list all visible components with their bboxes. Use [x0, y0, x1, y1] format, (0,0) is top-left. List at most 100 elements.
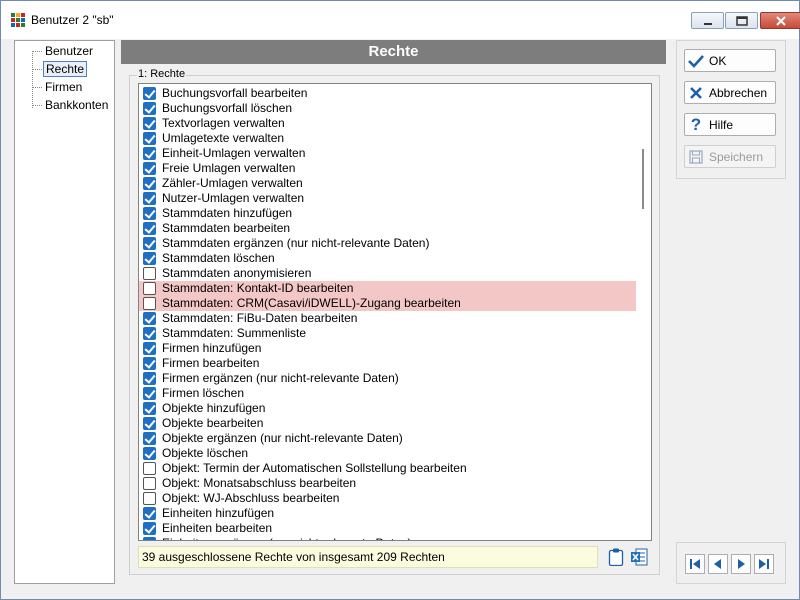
first-record-button[interactable]	[685, 554, 705, 574]
right-item[interactable]: Stammdaten: FiBu-Daten bearbeiten	[139, 311, 636, 326]
checkbox-checked[interactable]	[143, 147, 156, 160]
right-item[interactable]: Stammdaten: CRM(Casavi/iDWELL)-Zugang be…	[139, 296, 636, 311]
checkbox-checked[interactable]	[143, 507, 156, 520]
checkbox-checked[interactable]	[143, 522, 156, 535]
checkbox-checked[interactable]	[143, 102, 156, 115]
checkbox-checked[interactable]	[143, 447, 156, 460]
checkbox-checked[interactable]	[143, 222, 156, 235]
tree-item-label: Bankkonten	[45, 98, 109, 112]
close-button[interactable]	[760, 12, 800, 29]
cancel-button[interactable]: Abbrechen	[684, 81, 776, 104]
excel-export-button[interactable]	[629, 547, 649, 567]
right-item[interactable]: Buchungsvorfall bearbeiten	[139, 86, 636, 101]
navigation-tree: Benutzer Rechte Firmen Bankkonten	[14, 40, 115, 584]
last-record-button[interactable]	[754, 554, 774, 574]
right-label: Stammdaten: FiBu-Daten bearbeiten	[162, 311, 358, 325]
checkbox-checked[interactable]	[143, 162, 156, 175]
right-label: Stammdaten hinzufügen	[162, 206, 293, 220]
checkbox-unchecked[interactable]	[143, 282, 156, 295]
tree-item-label: Benutzer	[45, 44, 94, 58]
right-item[interactable]: Objekt: WJ-Abschluss bearbeiten	[139, 491, 636, 506]
minimize-button[interactable]	[691, 12, 724, 29]
right-item[interactable]: Objekte löschen	[139, 446, 636, 461]
right-label: Objekt: Termin der Automatischen Sollste…	[162, 461, 467, 475]
ok-button[interactable]: OK	[684, 49, 776, 72]
next-record-button[interactable]	[731, 554, 751, 574]
right-item[interactable]: Buchungsvorfall löschen	[139, 101, 636, 116]
right-item[interactable]: Textvorlagen verwalten	[139, 116, 636, 131]
checkbox-checked[interactable]	[143, 417, 156, 430]
right-item[interactable]: Objekt: Monatsabschluss bearbeiten	[139, 476, 636, 491]
checkbox-unchecked[interactable]	[143, 297, 156, 310]
next-icon	[738, 559, 745, 569]
right-label: Zähler-Umlagen verwalten	[162, 176, 303, 190]
right-item[interactable]: Objekte hinzufügen	[139, 401, 636, 416]
right-item[interactable]: Stammdaten: Kontakt-ID bearbeiten	[139, 281, 636, 296]
right-item[interactable]: Umlagetexte verwalten	[139, 131, 636, 146]
right-label: Einheit-Umlagen verwalten	[162, 146, 306, 160]
previous-record-button[interactable]	[708, 554, 728, 574]
right-item[interactable]: Stammdaten hinzufügen	[139, 206, 636, 221]
right-label: Freie Umlagen verwalten	[162, 161, 296, 175]
right-item[interactable]: Stammdaten: Summenliste	[139, 326, 636, 341]
right-label: Buchungsvorfall bearbeiten	[162, 86, 308, 100]
right-item[interactable]: Einheiten hinzufügen	[139, 506, 636, 521]
right-item[interactable]: Nutzer-Umlagen verwalten	[139, 191, 636, 206]
checkbox-checked[interactable]	[143, 252, 156, 265]
right-item[interactable]: Firmen löschen	[139, 386, 636, 401]
checkbox-checked[interactable]	[143, 87, 156, 100]
right-item[interactable]: Firmen bearbeiten	[139, 356, 636, 371]
checkbox-checked[interactable]	[143, 312, 156, 325]
right-item[interactable]: Stammdaten ergänzen (nur nicht-relevante…	[139, 236, 636, 251]
checkbox-checked[interactable]	[143, 207, 156, 220]
ok-label: OK	[709, 53, 727, 68]
right-label: Firmen bearbeiten	[162, 356, 260, 370]
tree-item-label: Rechte	[43, 61, 88, 77]
checkbox-unchecked[interactable]	[143, 267, 156, 280]
floppy-disk-icon	[687, 148, 705, 166]
help-button[interactable]: ? Hilfe	[684, 113, 776, 136]
scrollbar-thumb[interactable]	[642, 149, 644, 209]
right-item[interactable]: Objekte ergänzen (nur nicht-relevante Da…	[139, 431, 636, 446]
skip-first-icon	[690, 559, 700, 569]
right-item[interactable]: Freie Umlagen verwalten	[139, 161, 636, 176]
checkbox-unchecked[interactable]	[143, 462, 156, 475]
clipboard-button[interactable]	[606, 547, 626, 567]
checkbox-unchecked[interactable]	[143, 492, 156, 505]
right-item[interactable]: Stammdaten bearbeiten	[139, 221, 636, 236]
checkbox-checked[interactable]	[143, 327, 156, 340]
checkbox-checked[interactable]	[143, 117, 156, 130]
right-item[interactable]: Zähler-Umlagen verwalten	[139, 176, 636, 191]
checkbox-checked[interactable]	[143, 357, 156, 370]
checkbox-checked[interactable]	[143, 132, 156, 145]
right-item[interactable]: Stammdaten löschen	[139, 251, 636, 266]
checkbox-checked[interactable]	[143, 432, 156, 445]
right-item[interactable]: Einheit-Umlagen verwalten	[139, 146, 636, 161]
checkbox-unchecked[interactable]	[143, 477, 156, 490]
save-button[interactable]: Speichern	[684, 145, 776, 168]
right-item[interactable]: Einheiten ergänzen (nur nicht-relevante …	[139, 536, 636, 540]
maximize-button[interactable]	[725, 12, 758, 29]
right-label: Stammdaten löschen	[162, 251, 275, 265]
checkbox-checked[interactable]	[143, 237, 156, 250]
right-item[interactable]: Stammdaten anonymisieren	[139, 266, 636, 281]
scrollbar[interactable]	[635, 84, 651, 540]
checkbox-checked[interactable]	[143, 402, 156, 415]
right-label: Stammdaten anonymisieren	[162, 266, 312, 280]
right-item[interactable]: Firmen ergänzen (nur nicht-relevante Dat…	[139, 371, 636, 386]
group-label: 1: Rechte	[137, 68, 187, 80]
checkbox-checked[interactable]	[143, 177, 156, 190]
right-item[interactable]: Objekt: Termin der Automatischen Sollste…	[139, 461, 636, 476]
checkbox-checked[interactable]	[143, 372, 156, 385]
app-icon	[10, 12, 26, 28]
checkbox-checked[interactable]	[143, 387, 156, 400]
right-item[interactable]: Objekte bearbeiten	[139, 416, 636, 431]
right-item[interactable]: Firmen hinzufügen	[139, 341, 636, 356]
right-item[interactable]: Einheiten bearbeiten	[139, 521, 636, 536]
right-label: Objekt: Monatsabschluss bearbeiten	[162, 476, 357, 490]
checkbox-checked[interactable]	[143, 192, 156, 205]
checkbox-checked[interactable]	[143, 342, 156, 355]
title-bar: Benutzer 2 "sb"	[1, 1, 800, 39]
checkbox-checked[interactable]	[143, 537, 156, 540]
rights-list[interactable]: Buchungsvorfall bearbeiten Buchungsvorfal…	[138, 83, 652, 541]
